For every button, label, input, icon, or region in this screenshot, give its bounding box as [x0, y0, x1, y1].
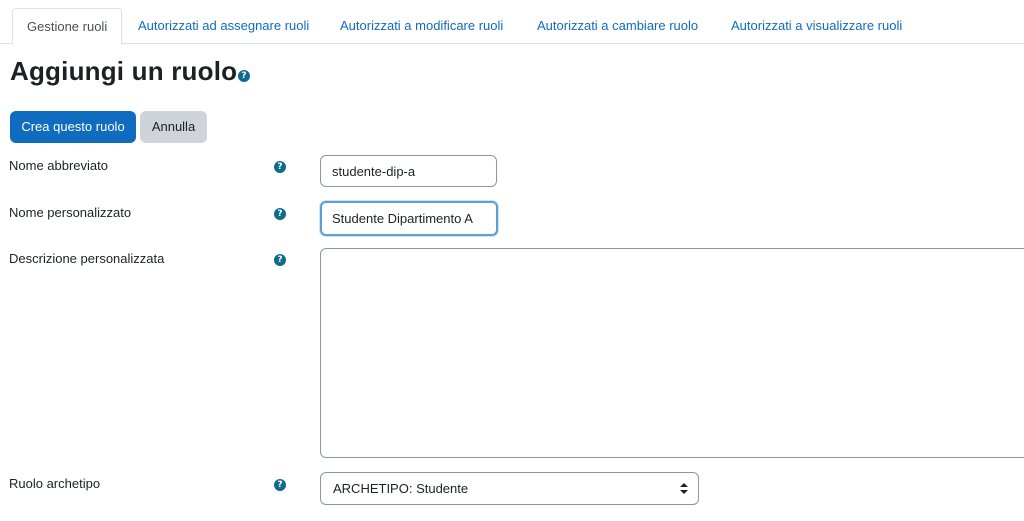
short-name-input[interactable]	[320, 155, 497, 187]
tab-gestione-ruoli[interactable]: Gestione ruoli	[12, 8, 123, 45]
create-role-button[interactable]: Crea questo ruolo	[10, 111, 136, 143]
question-circle-icon[interactable]: ?	[274, 254, 286, 266]
short-name-label: Nome abbreviato	[9, 158, 108, 173]
description-label: Descrizione personalizzata	[9, 251, 165, 266]
question-circle-icon[interactable]: ?	[274, 161, 286, 173]
description-textarea[interactable]	[320, 248, 1024, 458]
question-circle-icon[interactable]: ?	[238, 70, 250, 82]
question-circle-icon[interactable]: ?	[274, 208, 286, 220]
question-circle-icon[interactable]: ?	[274, 479, 286, 491]
tab-autorizzati-assegnare[interactable]: Autorizzati ad assegnare ruoli	[138, 8, 309, 44]
archetype-select[interactable]: ARCHETIPO: Studente	[320, 472, 699, 505]
tab-autorizzati-visualizzare[interactable]: Autorizzati a visualizzare ruoli	[731, 8, 902, 44]
tab-autorizzati-modificare[interactable]: Autorizzati a modificare ruoli	[340, 8, 503, 44]
custom-name-label: Nome personalizzato	[9, 205, 132, 220]
archetype-label: Ruolo archetipo	[9, 476, 101, 491]
role-tabs: Gestione ruoli Autorizzati ad assegnare …	[0, 8, 1024, 45]
archetype-selected-value: ARCHETIPO: Studente	[333, 481, 469, 496]
cancel-button[interactable]: Annulla	[140, 111, 207, 143]
custom-name-input[interactable]	[320, 201, 498, 236]
tab-autorizzati-cambiare[interactable]: Autorizzati a cambiare ruolo	[537, 8, 698, 44]
page-title: Aggiungi un ruolo	[10, 56, 238, 86]
updown-arrow-icon	[680, 483, 688, 494]
